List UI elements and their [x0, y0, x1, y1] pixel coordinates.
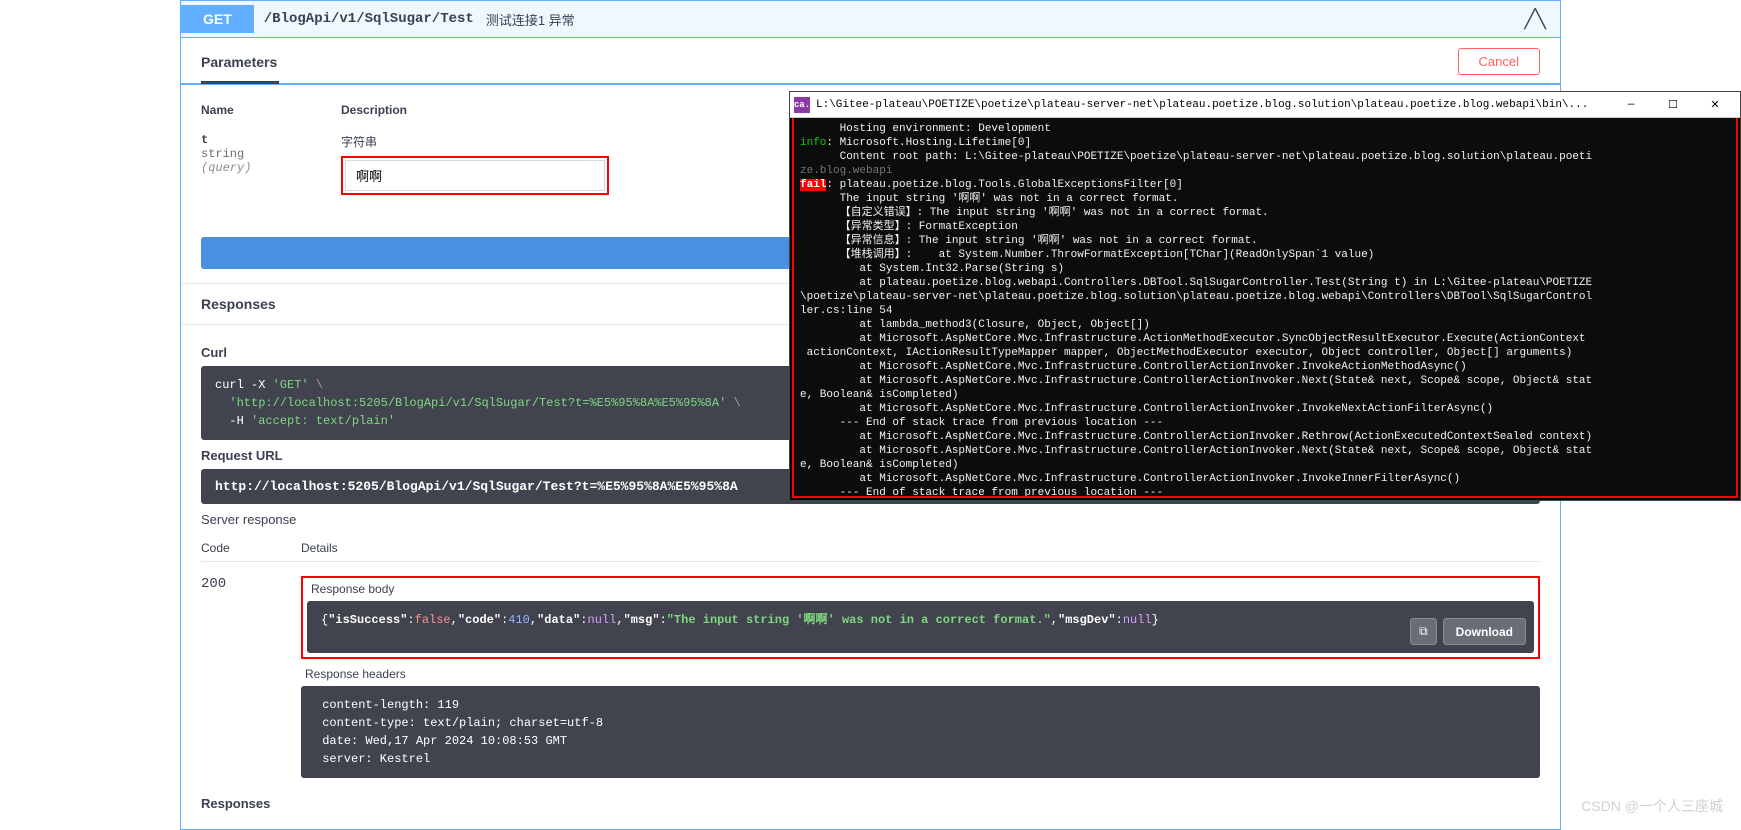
console-window: ca. L:\Gitee-plateau\POETIZE\poetize\pla…	[789, 91, 1741, 501]
cancel-button[interactable]: Cancel	[1458, 48, 1540, 75]
highlight-box	[341, 156, 609, 195]
chevron-up-icon[interactable]: ╱╲	[1524, 9, 1560, 30]
highlight-box: Response body {"isSuccess":false,"code":…	[301, 576, 1540, 659]
console-app-icon: ca.	[794, 97, 810, 113]
parameters-section-header: Parameters Cancel	[181, 38, 1560, 85]
response-code: 200	[201, 576, 261, 778]
endpoint-description: 测试连接1 异常	[474, 10, 575, 29]
response-body-label: Response body	[307, 582, 1534, 596]
resp-header-code: Code	[201, 541, 261, 555]
param-name: t	[201, 133, 301, 147]
maximize-icon[interactable]: ☐	[1652, 93, 1694, 117]
param-desc-text: 字符串	[341, 133, 609, 150]
parameters-title: Parameters	[201, 54, 277, 70]
close-icon[interactable]: ✕	[1694, 93, 1736, 117]
response-table-header: Code Details	[201, 535, 1540, 562]
endpoint-path: /BlogApi/v1/SqlSugar/Test	[254, 11, 474, 27]
param-location: (query)	[201, 161, 301, 175]
download-button[interactable]: Download	[1443, 618, 1526, 645]
param-name-cell: t string (query)	[201, 133, 301, 175]
console-output[interactable]: Hosting environment: Development info: M…	[792, 118, 1738, 498]
http-method-badge: GET	[181, 5, 254, 33]
response-body-block[interactable]: {"isSuccess":false,"code":410,"data":nul…	[307, 601, 1534, 653]
responses-title: Responses	[201, 296, 276, 312]
response-headers-block[interactable]: content-length: 119 content-type: text/p…	[301, 686, 1540, 778]
endpoint-header[interactable]: GET /BlogApi/v1/SqlSugar/Test 测试连接1 异常 ╱…	[180, 0, 1561, 38]
param-type: string	[201, 147, 301, 161]
server-response-title: Server response	[201, 512, 1540, 527]
minimize-icon[interactable]: —	[1610, 93, 1652, 117]
param-header-name: Name	[201, 103, 301, 117]
copy-icon[interactable]: ⧉	[1410, 618, 1437, 645]
response-details: Response body {"isSuccess":false,"code":…	[301, 576, 1540, 778]
param-value-input[interactable]	[345, 160, 605, 191]
resp-header-details: Details	[301, 541, 1540, 555]
response-table-row: 200 Response body {"isSuccess":false,"co…	[201, 562, 1540, 778]
response-headers-label: Response headers	[301, 667, 1540, 681]
console-titlebar[interactable]: ca. L:\Gitee-plateau\POETIZE\poetize\pla…	[790, 92, 1740, 118]
param-description-cell: 字符串	[341, 133, 609, 195]
responses-title-2: Responses	[201, 796, 1540, 811]
console-title: L:\Gitee-plateau\POETIZE\poetize\plateau…	[816, 99, 1610, 111]
